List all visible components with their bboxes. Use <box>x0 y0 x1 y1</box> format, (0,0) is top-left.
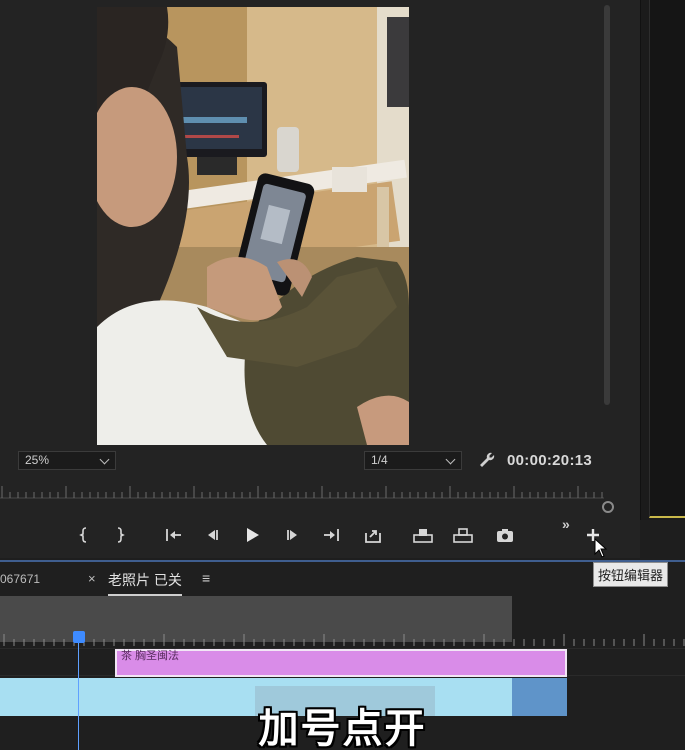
mouse-cursor-icon <box>594 538 608 558</box>
video-track-2: 茶 胸圣闽法 <box>0 648 685 677</box>
playhead-handle[interactable] <box>73 631 85 643</box>
hamburger-menu-icon[interactable]: ≡ <box>202 570 210 586</box>
playhead-timecode[interactable]: 00:00:20:13 <box>507 452 592 469</box>
step-forward-icon[interactable] <box>282 525 304 545</box>
play-icon[interactable] <box>241 525 263 545</box>
ruler-end-handle[interactable] <box>602 501 614 513</box>
video-subtitle: 加号点开 <box>258 707 427 750</box>
program-monitor: 25% 1/4 00:00:20:13 » <box>0 0 640 558</box>
zoom-level-dropdown[interactable]: 25% <box>18 451 116 470</box>
title-clip[interactable]: 茶 胸圣闽法 <box>115 649 567 677</box>
chevron-down-icon <box>445 454 456 465</box>
preview-frame-image <box>97 7 409 445</box>
title-clip-label: 茶 胸圣闽法 <box>121 650 180 662</box>
monitor-time-ruler[interactable] <box>0 480 604 502</box>
side-panel <box>640 0 685 520</box>
timeline-time-ruler[interactable] <box>0 596 685 646</box>
zoom-level-value: 25% <box>25 453 50 467</box>
mark-in-icon[interactable] <box>74 525 96 545</box>
close-tab-icon[interactable]: × <box>88 571 96 586</box>
mark-out-icon[interactable] <box>108 525 130 545</box>
step-back-icon[interactable] <box>201 525 223 545</box>
go-to-in-icon[interactable] <box>162 525 184 545</box>
insert-icon[interactable] <box>362 525 384 545</box>
resolution-value: 1/4 <box>371 453 388 467</box>
sequence-tab[interactable]: 老照片 已关 <box>108 570 182 596</box>
video-preview <box>97 7 409 445</box>
export-frame-icon[interactable] <box>494 525 516 545</box>
transport-controls <box>0 518 640 550</box>
chevron-down-icon <box>99 454 110 465</box>
wrench-settings-icon[interactable] <box>478 451 496 469</box>
extract-icon[interactable] <box>452 525 474 545</box>
sequence-number-label: 067671 <box>0 572 41 586</box>
tooltip: 按钮编辑器 <box>593 562 669 587</box>
lift-icon[interactable] <box>412 525 434 545</box>
more-controls-icon[interactable]: » <box>562 516 570 532</box>
vertical-scrollbar[interactable] <box>603 5 611 445</box>
go-to-out-icon[interactable] <box>321 525 343 545</box>
playback-resolution-dropdown[interactable]: 1/4 <box>364 451 462 470</box>
